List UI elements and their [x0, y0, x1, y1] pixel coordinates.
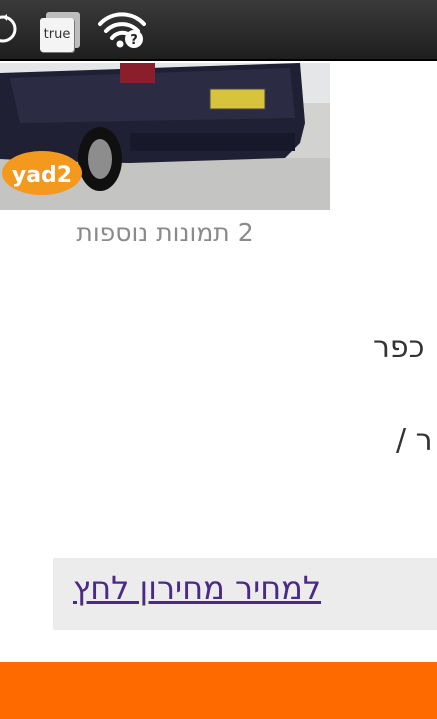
sync-icon	[0, 14, 17, 43]
price-list-box: למחיר מחירון לחץ	[53, 558, 437, 630]
yad2-logo: yad2	[12, 163, 72, 188]
listing-detail-line-2: ר /	[396, 423, 433, 458]
price-list-link[interactable]: למחיר מחירון לחץ	[73, 569, 321, 607]
svg-text:?: ?	[130, 33, 138, 48]
app-icon-label: true	[40, 18, 74, 52]
wifi-question-icon: ?	[98, 12, 146, 48]
car-photo[interactable]: yad2	[0, 63, 330, 210]
more-photos-link[interactable]: 2 תמונות נוספות	[0, 218, 330, 247]
car-photo-image: yad2	[0, 63, 330, 210]
listing-detail-line-1: כפר	[373, 330, 425, 365]
status-bar: true ?	[0, 0, 437, 61]
app-notification-icon: true	[40, 12, 84, 52]
bottom-action-bar[interactable]	[0, 662, 437, 719]
